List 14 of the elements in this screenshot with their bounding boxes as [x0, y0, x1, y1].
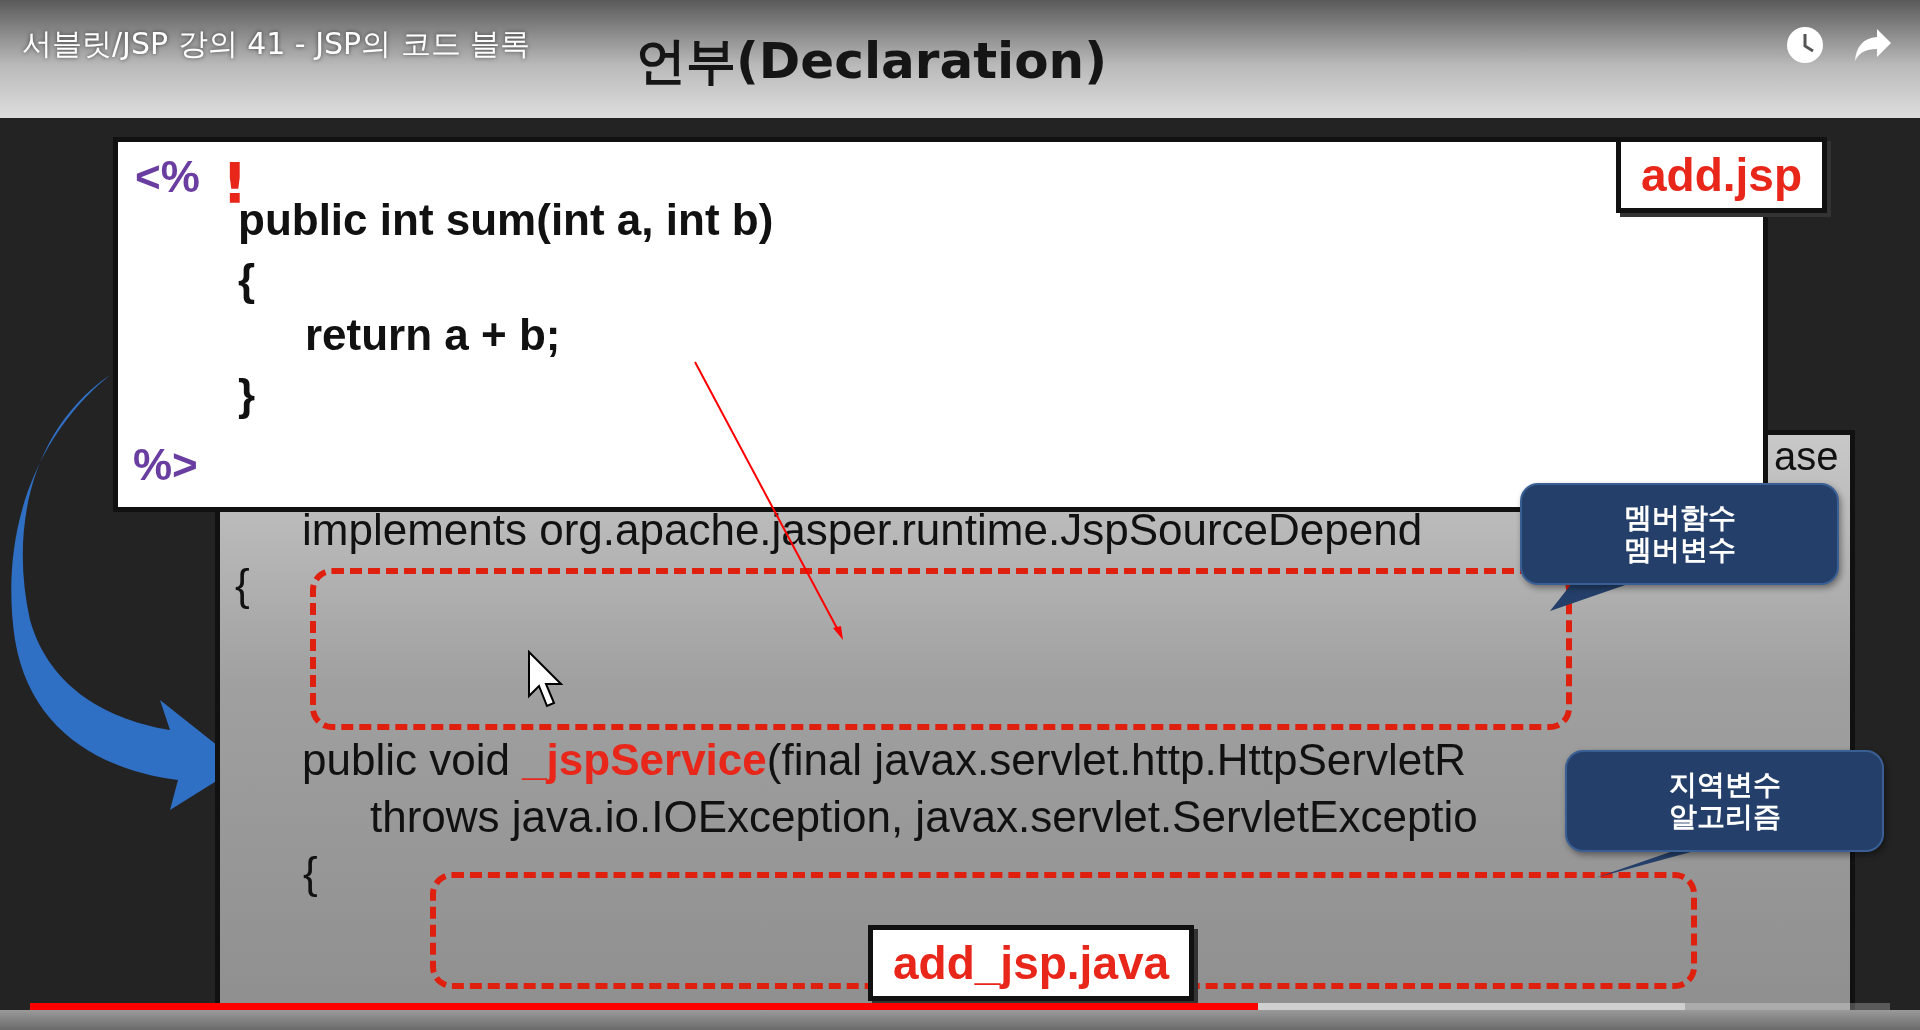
code-line: { — [303, 848, 318, 898]
progress-bar[interactable] — [30, 1003, 1890, 1010]
open-tag: <% — [135, 152, 200, 202]
code-line: public void _jspService(final javax.servlet.http.HttpServletR — [302, 735, 1467, 785]
code-line: { — [235, 560, 250, 610]
code-line: { — [238, 255, 256, 305]
code-line: throws java.io.IOException, javax.servlet.ServletExceptio — [370, 792, 1478, 842]
code-line: return a + b; — [305, 310, 561, 360]
slide-title: 언부(Declaration) — [636, 31, 1108, 92]
close-tag: %> — [133, 440, 198, 490]
code-line: } — [238, 370, 256, 420]
code-line: ase — [1774, 436, 1839, 476]
file-label: add_jsp.java — [868, 925, 1195, 1001]
video-title[interactable]: 서블릿/JSP 강의 41 - JSP의 코드 블록 — [22, 24, 531, 65]
